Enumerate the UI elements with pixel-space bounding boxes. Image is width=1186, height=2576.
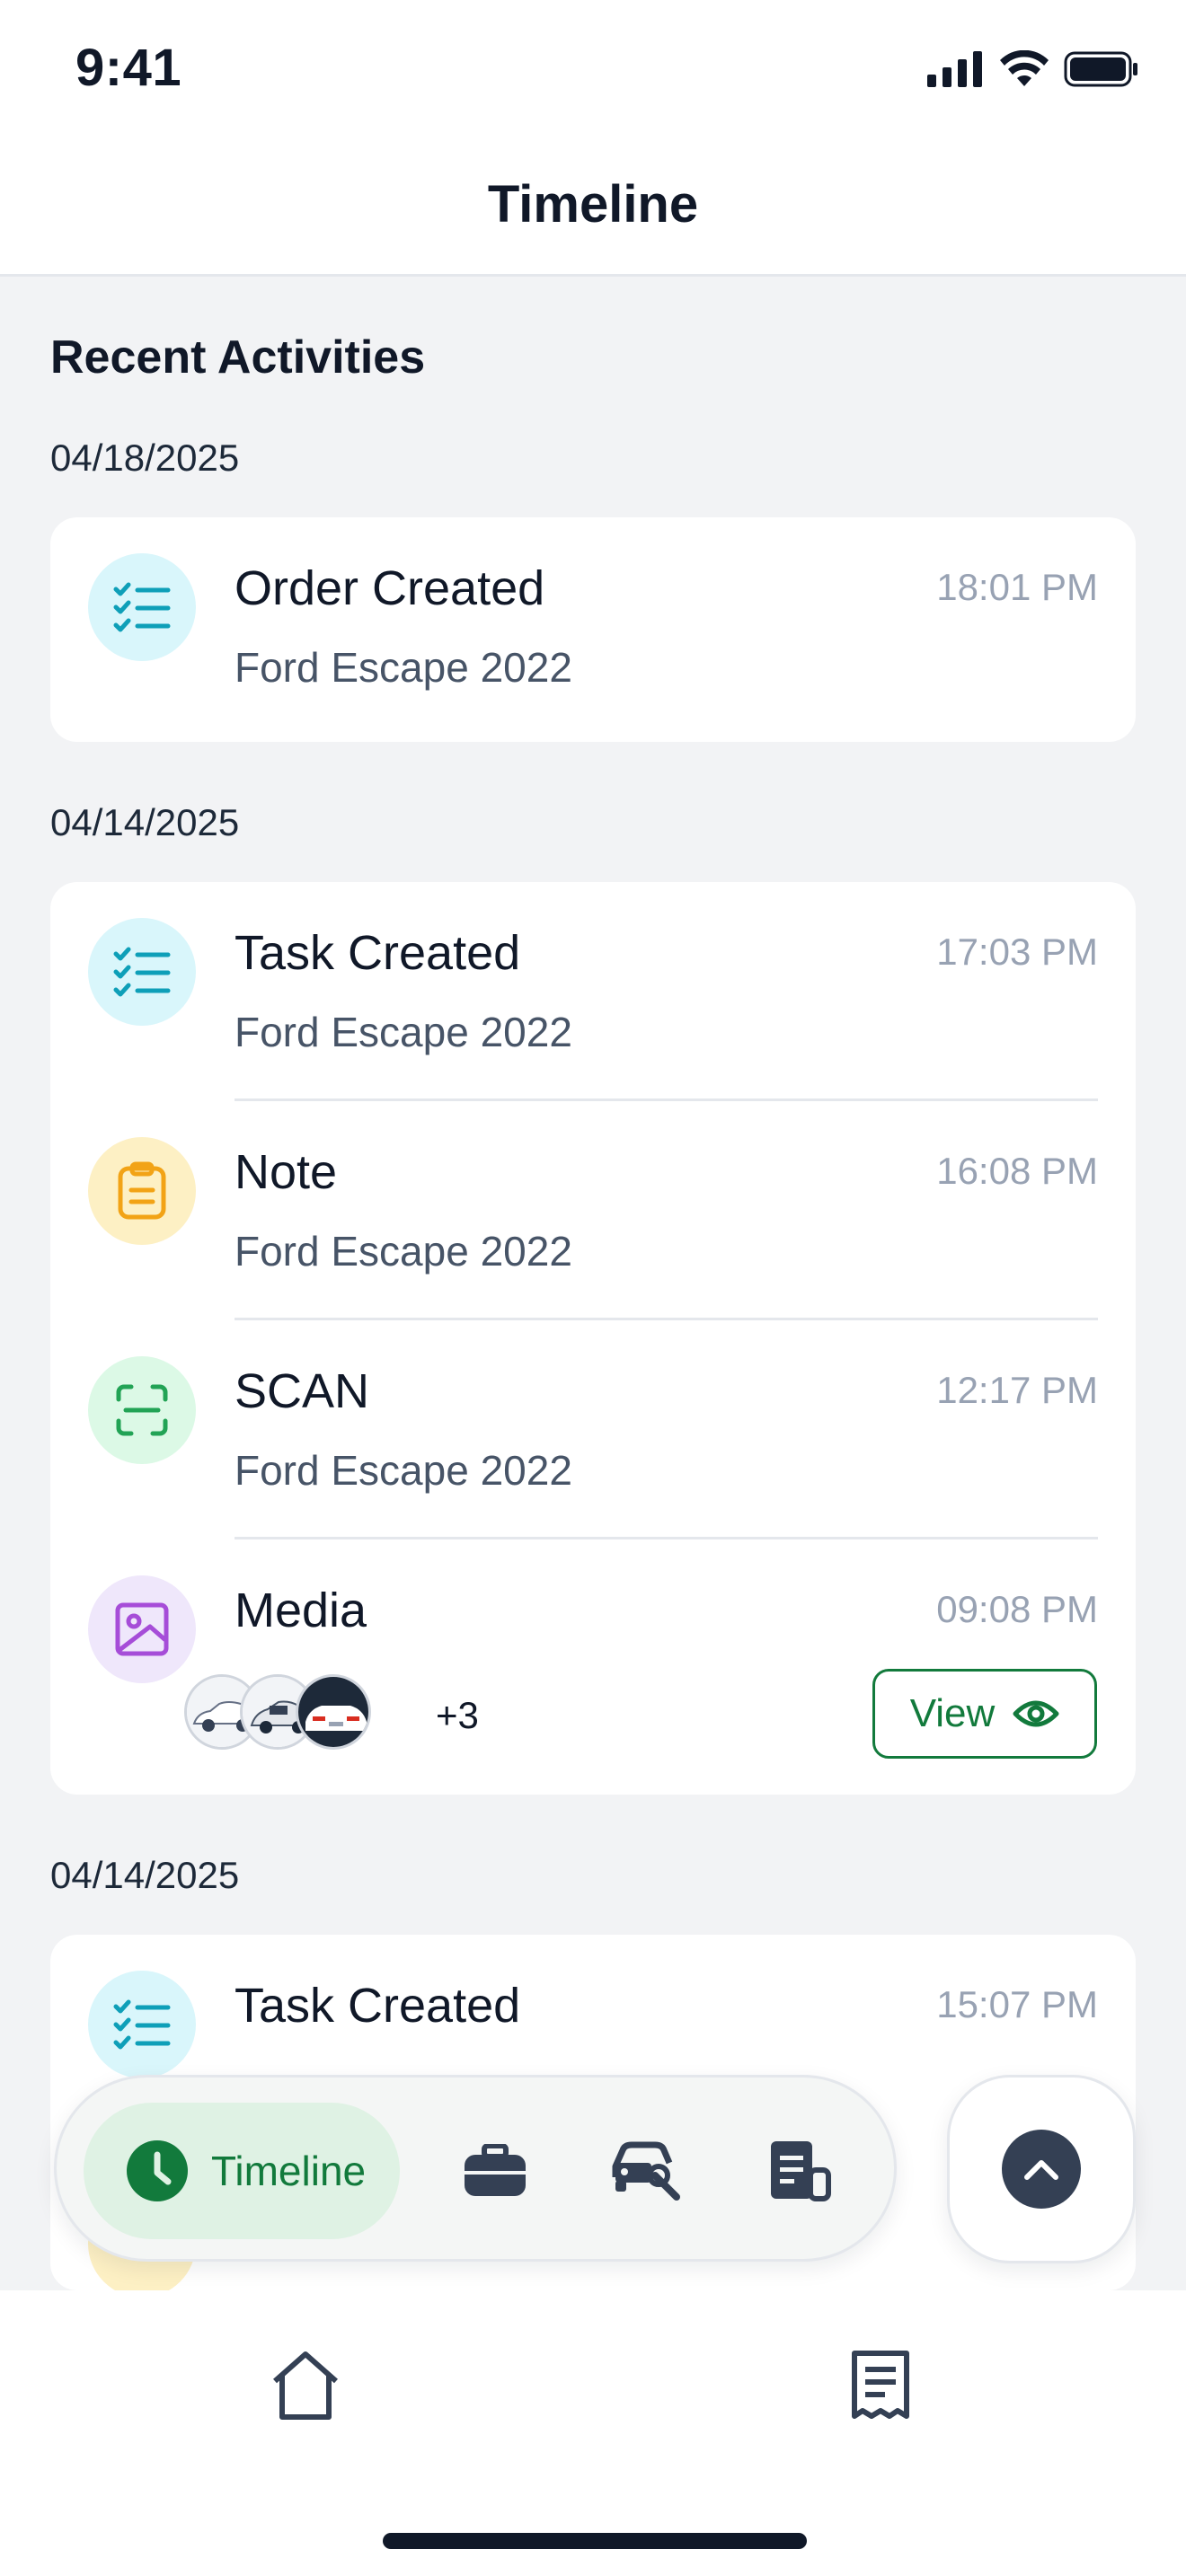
activity-time: 17:03 PM: [936, 931, 1098, 973]
scroll-to-top-button[interactable]: [1002, 2130, 1081, 2209]
activity-subtitle: Ford Escape 2022: [235, 1009, 572, 1055]
eye-icon: [1013, 1700, 1059, 1727]
chevron-up-icon: [1024, 2160, 1058, 2180]
activity-item-order-created[interactable]: Order Created Ford Escape 2022 18:01 PM: [50, 517, 1136, 737]
activity-time: 16:08 PM: [936, 1150, 1098, 1192]
image-icon: [88, 1575, 196, 1683]
checklist-icon: [88, 1971, 196, 2078]
car-thumbnail[interactable]: [296, 1674, 371, 1750]
activity-title: Task Created: [235, 1979, 521, 2033]
activity-card: Order Created Ford Escape 2022 18:01 PM: [50, 517, 1136, 742]
date-label: 04/14/2025: [50, 801, 240, 843]
activity-time: 18:01 PM: [936, 566, 1098, 608]
activity-title: SCAN: [235, 1364, 370, 1418]
activity-item-task-created[interactable]: Task Created Ford Escape 2022 17:03 PM: [50, 882, 1136, 1101]
activity-subtitle: Ford Escape 2022: [235, 644, 572, 691]
checklist-icon: [88, 553, 196, 661]
activity-item-scan[interactable]: SCAN Ford Escape 2022 12:17 PM: [50, 1320, 1136, 1539]
activity-item-note[interactable]: Note Ford Escape 2022 16:08 PM: [50, 1101, 1136, 1320]
wifi-icon: [1000, 50, 1049, 86]
briefcase-icon[interactable]: [452, 2128, 538, 2214]
section-title: Recent Activities: [50, 331, 426, 384]
clock-icon: [127, 2140, 188, 2201]
media-more-count[interactable]: +3: [436, 1694, 479, 1737]
date-label: 04/14/2025: [50, 1854, 240, 1896]
activity-time: 09:08 PM: [936, 1588, 1098, 1630]
status-icons: [927, 50, 1139, 88]
activity-title: Media: [235, 1584, 367, 1637]
activity-time: 15:07 PM: [936, 1983, 1098, 2025]
date-label: 04/18/2025: [50, 437, 240, 479]
nav-header: Timeline: [0, 135, 1186, 277]
view-media-button[interactable]: View: [872, 1669, 1097, 1759]
car-wrench-icon[interactable]: [605, 2128, 691, 2214]
checklist-icon: [88, 918, 196, 1026]
receipt-icon[interactable]: [757, 2128, 844, 2214]
activity-title: Order Created: [235, 561, 545, 615]
status-time: 9:41: [75, 39, 182, 97]
scroll-top-container: [947, 2075, 1136, 2263]
scan-icon: [88, 1356, 196, 1464]
activity-title: Note: [235, 1145, 338, 1199]
signal-icon: [927, 51, 982, 87]
tab-timeline[interactable]: Timeline: [84, 2103, 400, 2239]
home-icon[interactable]: [261, 2341, 350, 2430]
activity-card: Task Created Ford Escape 2022 17:03 PM N…: [50, 882, 1136, 1795]
view-button-label: View: [909, 1691, 996, 1735]
clipboard-icon: [88, 1137, 196, 1245]
activity-subtitle: Ford Escape 2022: [235, 1447, 572, 1494]
page-title: Timeline: [487, 175, 699, 234]
status-bar: 9:41: [0, 0, 1186, 135]
activity-subtitle: Ford Escape 2022: [235, 1228, 572, 1275]
activity-time: 12:17 PM: [936, 1369, 1098, 1411]
receipt-icon[interactable]: [836, 2341, 925, 2430]
tab-timeline-label: Timeline: [211, 2148, 367, 2194]
activity-title: Task Created: [235, 926, 521, 980]
floating-nav-bar: Timeline: [54, 2075, 897, 2262]
battery-icon: [1064, 51, 1137, 87]
home-indicator: [383, 2533, 807, 2549]
